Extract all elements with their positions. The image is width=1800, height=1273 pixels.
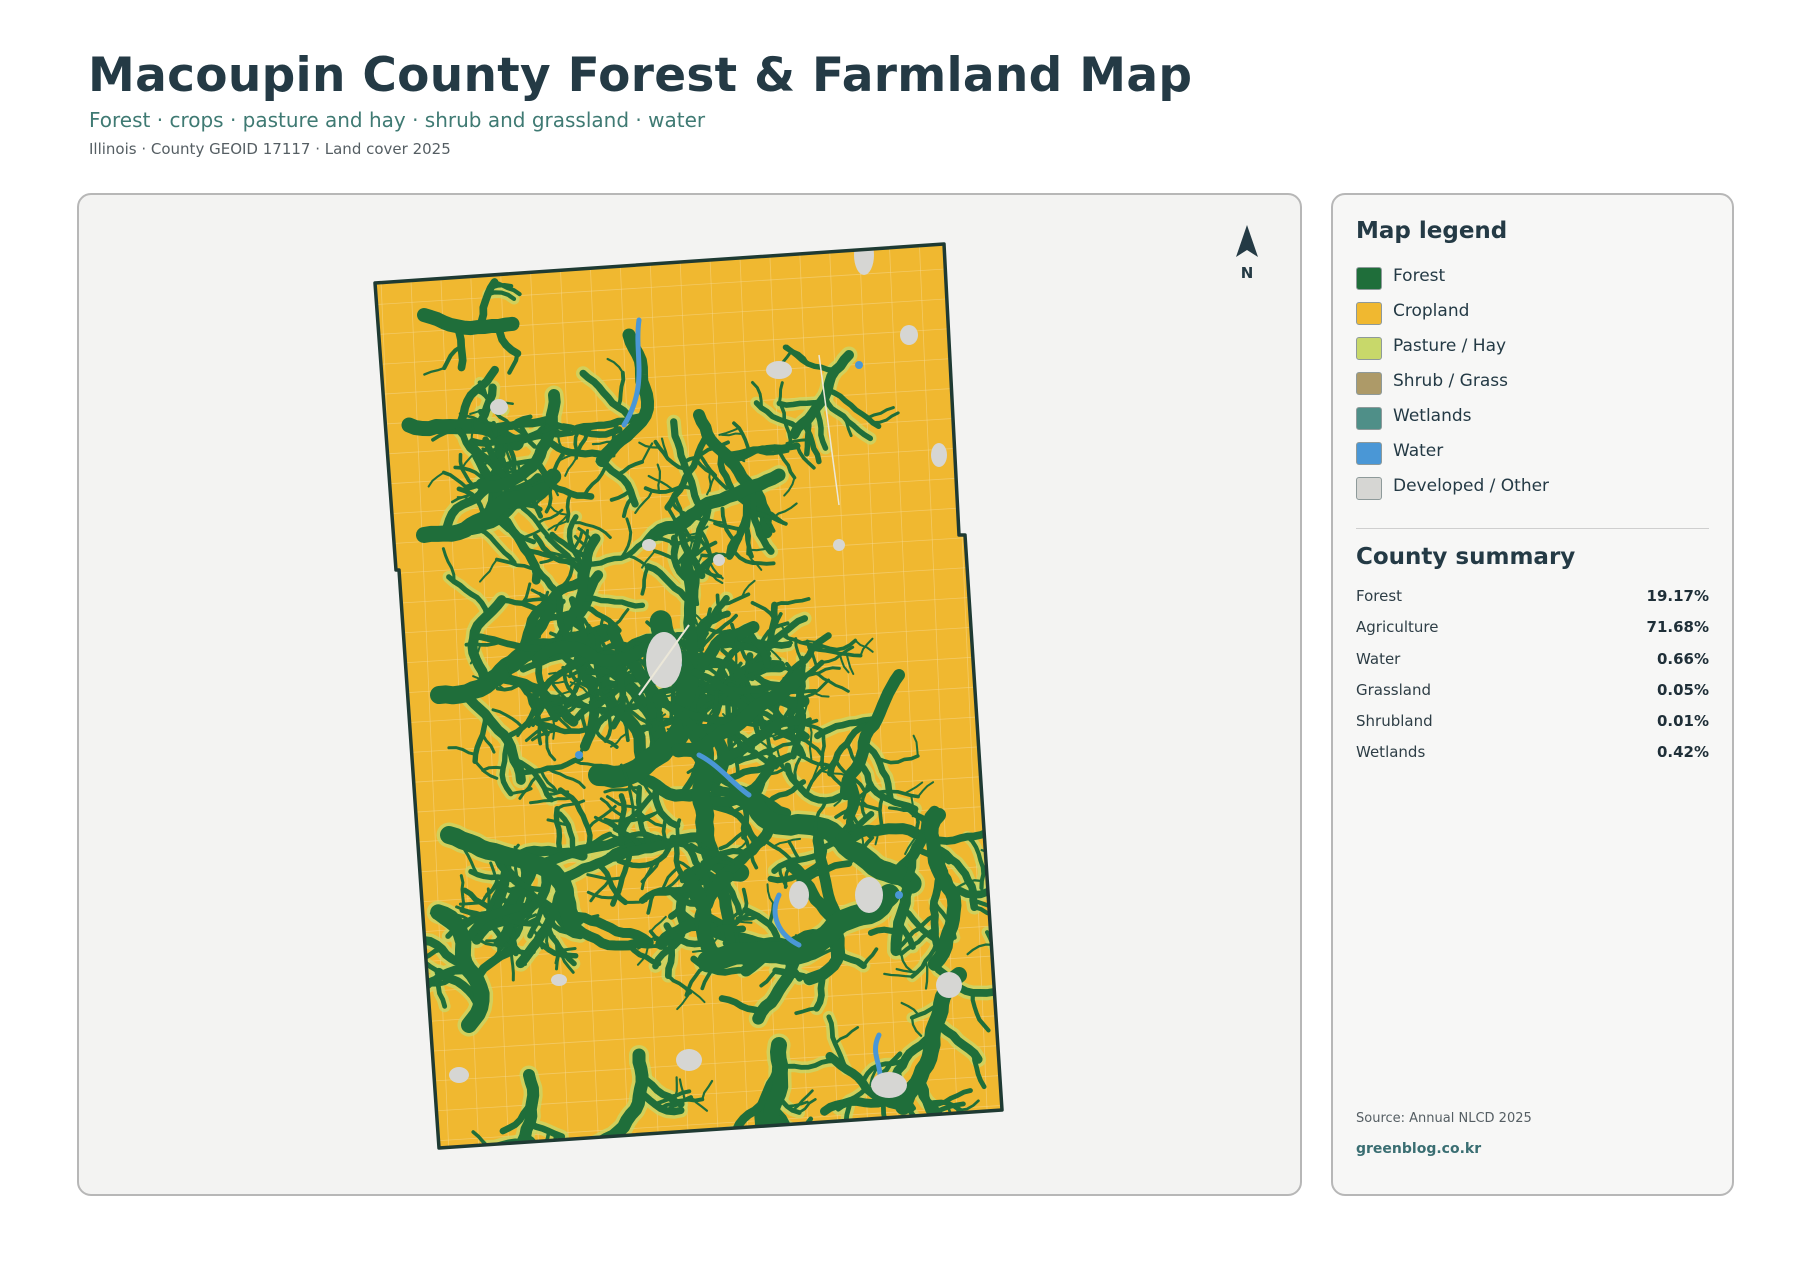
legend-item-wetlands: Wetlands <box>1356 405 1706 440</box>
stat-label: Shrubland <box>1356 712 1433 731</box>
stat-value: 0.66% <box>1656 649 1709 668</box>
stat-row-shrubland: Shrubland 0.01% <box>1356 712 1709 743</box>
page-subtitle: Forest · crops · pasture and hay · shrub… <box>89 108 706 132</box>
legend-label: Cropland <box>1393 301 1470 321</box>
stat-label: Water <box>1356 649 1401 668</box>
legend-swatch <box>1356 477 1382 500</box>
stat-value: 71.68% <box>1646 618 1709 637</box>
stat-row-grassland: Grassland 0.05% <box>1356 681 1709 712</box>
legend-item-forest: Forest <box>1356 265 1706 300</box>
map-panel[interactable] <box>77 193 1302 1196</box>
stat-label: Forest <box>1356 587 1403 605</box>
stat-row-wetlands: Wetlands 0.42% <box>1356 743 1709 774</box>
stat-label: Agriculture <box>1356 618 1439 637</box>
legend-title: Map legend <box>1356 218 1508 244</box>
summary-stats: Forest 19.17% Agriculture 71.68% Water 0… <box>1356 587 1709 775</box>
legend-label: Shrub / Grass <box>1393 371 1508 391</box>
divider <box>1356 528 1709 529</box>
legend-swatch <box>1356 267 1382 290</box>
north-label: N <box>1240 264 1254 282</box>
legend-swatch <box>1356 407 1382 430</box>
county-map[interactable] <box>79 195 1300 1194</box>
legend-item-developed: Developed / Other <box>1356 475 1706 510</box>
stat-row-water: Water 0.66% <box>1356 650 1709 681</box>
legend-label: Pasture / Hay <box>1393 336 1507 356</box>
legend-label: Water <box>1393 441 1444 461</box>
side-panel: Map legend Forest Cropland Pasture / Hay… <box>1331 193 1734 1196</box>
summary-title: County summary <box>1356 544 1576 570</box>
source-note: Source: Annual NLCD 2025 <box>1356 1111 1532 1126</box>
legend-label: Developed / Other <box>1393 476 1550 496</box>
legend-swatch <box>1356 442 1382 465</box>
legend-swatch <box>1356 302 1382 325</box>
legend-swatch <box>1356 372 1382 395</box>
legend-item-pasture: Pasture / Hay <box>1356 335 1706 370</box>
legend-item-water: Water <box>1356 440 1706 475</box>
brand-link[interactable]: greenblog.co.kr <box>1356 1141 1481 1157</box>
land-cover-layer <box>375 244 1002 1148</box>
stat-label: Wetlands <box>1356 743 1426 762</box>
legend-list: Forest Cropland Pasture / Hay Shrub / Gr… <box>1356 265 1706 510</box>
stat-value: 0.05% <box>1656 680 1709 699</box>
stat-row-agriculture: Agriculture 71.68% <box>1356 618 1709 649</box>
legend-item-cropland: Cropland <box>1356 300 1706 335</box>
stat-value: 0.01% <box>1656 712 1709 731</box>
stat-label: Grassland <box>1356 680 1431 699</box>
stat-value: 0.42% <box>1656 743 1709 762</box>
page-meta: Illinois · County GEOID 17117 · Land cov… <box>89 140 451 158</box>
legend-swatch <box>1356 337 1382 360</box>
legend-label: Forest <box>1393 266 1446 286</box>
legend-label: Wetlands <box>1393 406 1472 426</box>
stat-row-forest: Forest 19.17% <box>1356 587 1709 618</box>
legend-item-shrub: Shrub / Grass <box>1356 370 1706 405</box>
page-title: Macoupin County Forest & Farmland Map <box>88 48 1193 103</box>
stat-value: 19.17% <box>1646 587 1709 605</box>
